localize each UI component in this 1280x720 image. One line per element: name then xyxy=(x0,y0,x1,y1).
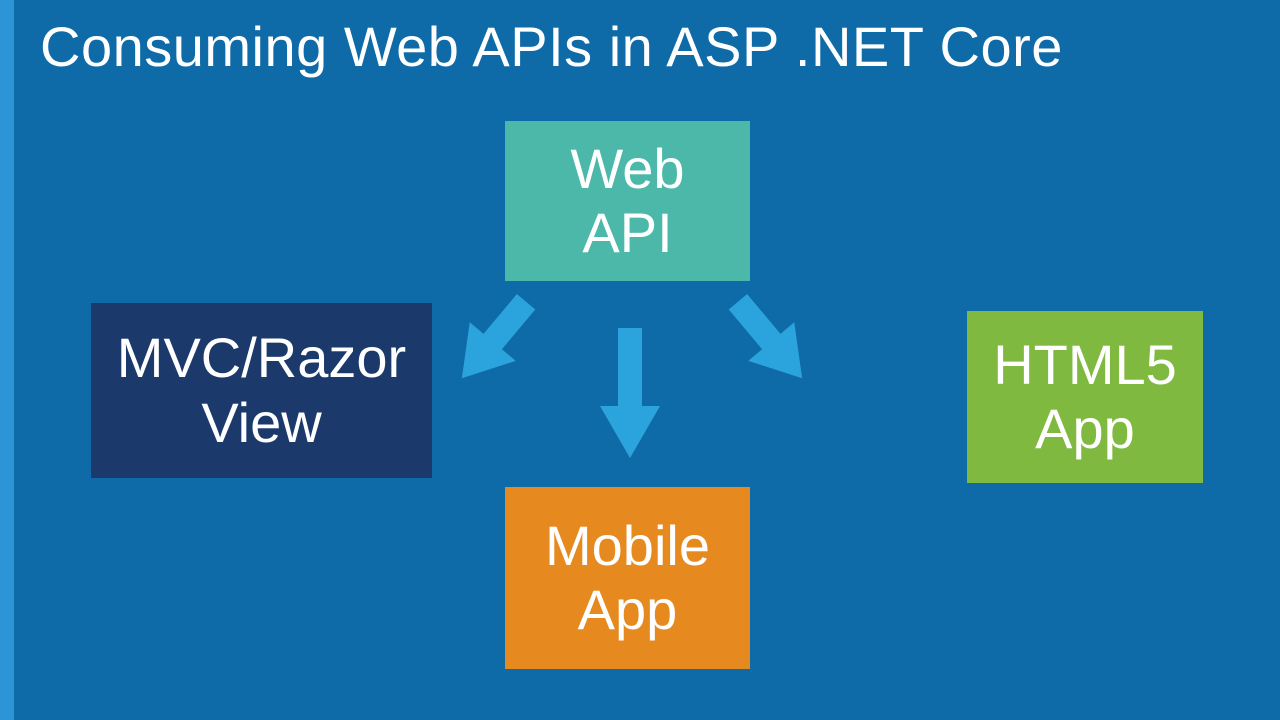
box-mobile-line1: Mobile xyxy=(545,514,710,578)
arrow-to-mobile-icon xyxy=(585,328,675,458)
arrow-to-mvc-icon xyxy=(424,270,565,411)
box-web-api-line2: API xyxy=(582,201,672,265)
accent-stripe xyxy=(0,0,14,720)
box-web-api: Web API xyxy=(505,121,750,281)
box-mvc-razor: MVC/Razor View xyxy=(91,303,432,478)
slide-title: Consuming Web APIs in ASP .NET Core xyxy=(40,14,1063,79)
box-mobile-app: Mobile App xyxy=(505,487,750,669)
box-web-api-line1: Web xyxy=(570,137,684,201)
arrow-to-html5-icon xyxy=(700,270,841,411)
box-html5-line1: HTML5 xyxy=(993,333,1177,397)
box-mobile-line2: App xyxy=(578,578,678,642)
box-mvc-line2: View xyxy=(201,391,321,455)
box-html5-app: HTML5 App xyxy=(967,311,1203,483)
box-mvc-line1: MVC/Razor xyxy=(117,326,406,390)
box-html5-line2: App xyxy=(1035,397,1135,461)
